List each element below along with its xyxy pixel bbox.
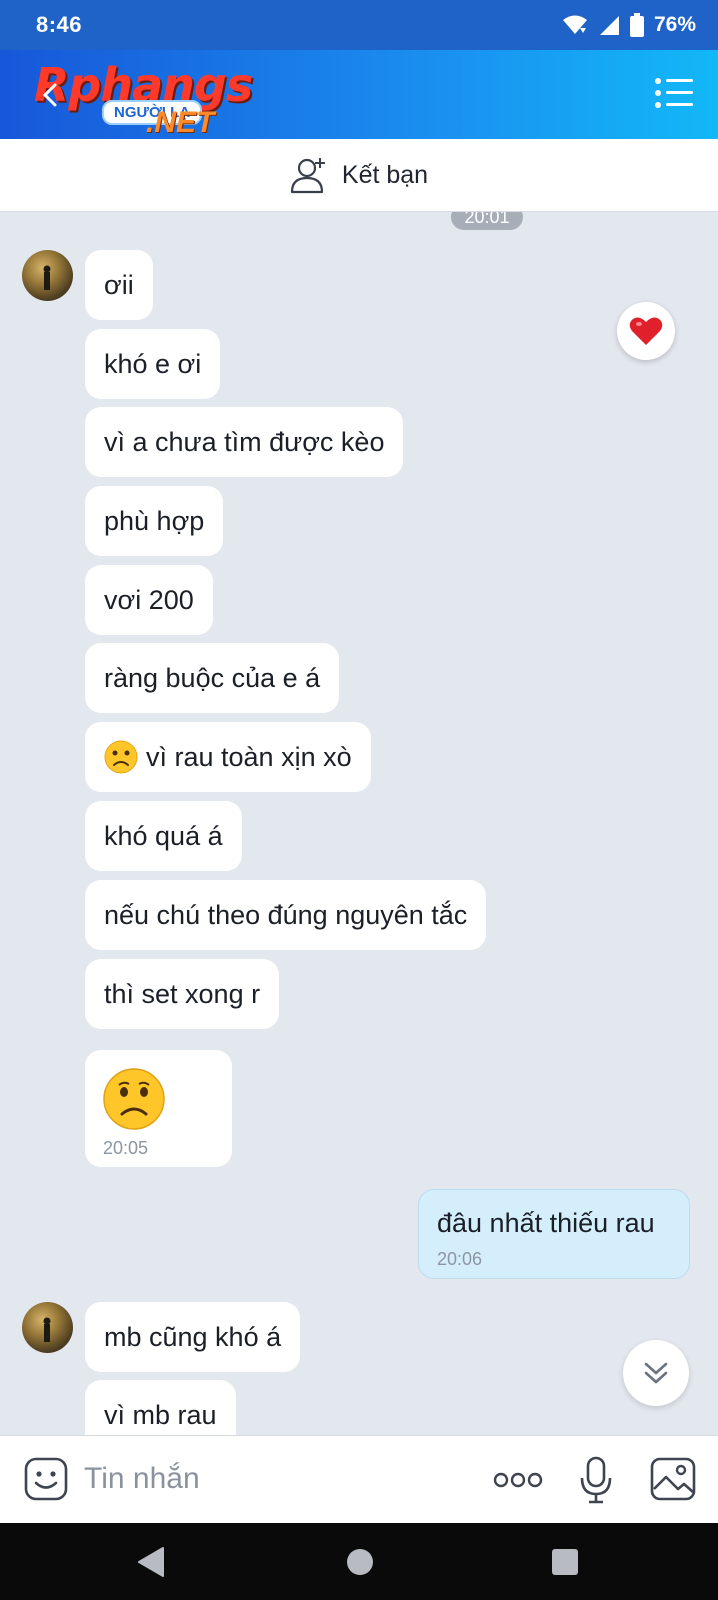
- emoji-message-bubble[interactable]: 20:05: [85, 1050, 232, 1167]
- avatar-image: [43, 265, 51, 290]
- message-bubble[interactable]: vì a chưa tìm được kèo: [85, 407, 404, 477]
- watermark-net: .NET: [146, 106, 215, 139]
- add-friend-label: Kết bạn: [341, 160, 429, 189]
- image-gallery-icon[interactable]: [650, 1457, 696, 1501]
- add-friend-icon: [290, 158, 325, 194]
- message-time: 20:06: [437, 1249, 483, 1269]
- message-bubble[interactable]: vì mb rau: [85, 1380, 236, 1435]
- system-nav-bar: [0, 1523, 718, 1600]
- message-bubble[interactable]: khó e ơi: [85, 329, 221, 399]
- message-time: 20:05: [103, 1138, 149, 1158]
- time-chip: 20:01: [451, 212, 523, 230]
- sad-emoji-icon: [103, 1068, 165, 1130]
- message-input[interactable]: [84, 1454, 464, 1504]
- nav-back-icon[interactable]: [135, 1546, 165, 1578]
- outgoing-message-bubble[interactable]: đâu nhất thiếu rau 20:06: [418, 1189, 690, 1279]
- signal-icon: [599, 16, 619, 35]
- sad-emoji-icon: [104, 740, 138, 774]
- input-bar: [0, 1435, 718, 1523]
- microphone-icon[interactable]: [579, 1456, 613, 1504]
- menu-list-icon[interactable]: [654, 76, 694, 110]
- message-bubble[interactable]: ơii: [85, 250, 153, 320]
- wifi-icon: [562, 15, 587, 34]
- battery-icon: [629, 13, 644, 37]
- message-bubble[interactable]: vì rau toàn xịn xò: [85, 722, 371, 792]
- double-chevron-down-icon: [644, 1362, 668, 1384]
- message-bubble[interactable]: phù hợp: [85, 486, 224, 556]
- status-bar: 8:46 76%: [0, 0, 718, 50]
- avatar[interactable]: [22, 1302, 73, 1353]
- message-bubble[interactable]: thì set xong r: [85, 959, 280, 1029]
- more-options-icon[interactable]: [493, 1470, 543, 1490]
- message-bubble[interactable]: khó quá á: [85, 801, 242, 871]
- nav-home-icon[interactable]: [346, 1548, 374, 1576]
- avatar[interactable]: [22, 250, 73, 301]
- heart-icon: [629, 317, 663, 345]
- back-button[interactable]: [36, 80, 66, 110]
- heart-reaction-button[interactable]: [617, 302, 675, 360]
- app-header: Rphangs NGƯỜI LẠ .NET: [0, 50, 718, 139]
- add-friend-button[interactable]: Kết bạn: [0, 139, 718, 212]
- message-bubble[interactable]: nếu chú theo đúng nguyên tắc: [85, 880, 487, 950]
- avatar-image: [43, 1317, 51, 1342]
- status-time: 8:46: [36, 12, 83, 37]
- chat-messages[interactable]: 20:01 ơii khó e ơi vì a chưa tìm được kè…: [0, 212, 718, 1435]
- message-bubble[interactable]: vơi 200: [85, 565, 213, 635]
- watermark-logo: Rphangs NGƯỜI LẠ .NET: [34, 58, 264, 139]
- scroll-down-button[interactable]: [623, 1340, 689, 1406]
- message-bubble[interactable]: ràng buộc của e á: [85, 643, 340, 713]
- emoji-sticker-icon[interactable]: [24, 1457, 68, 1501]
- battery-level: 76%: [653, 13, 696, 36]
- message-bubble[interactable]: mb cũng khó á: [85, 1302, 301, 1372]
- message-text: đâu nhất thiếu rau: [437, 1208, 655, 1238]
- nav-recents-icon[interactable]: [551, 1548, 579, 1576]
- status-icons: 76%: [562, 13, 696, 37]
